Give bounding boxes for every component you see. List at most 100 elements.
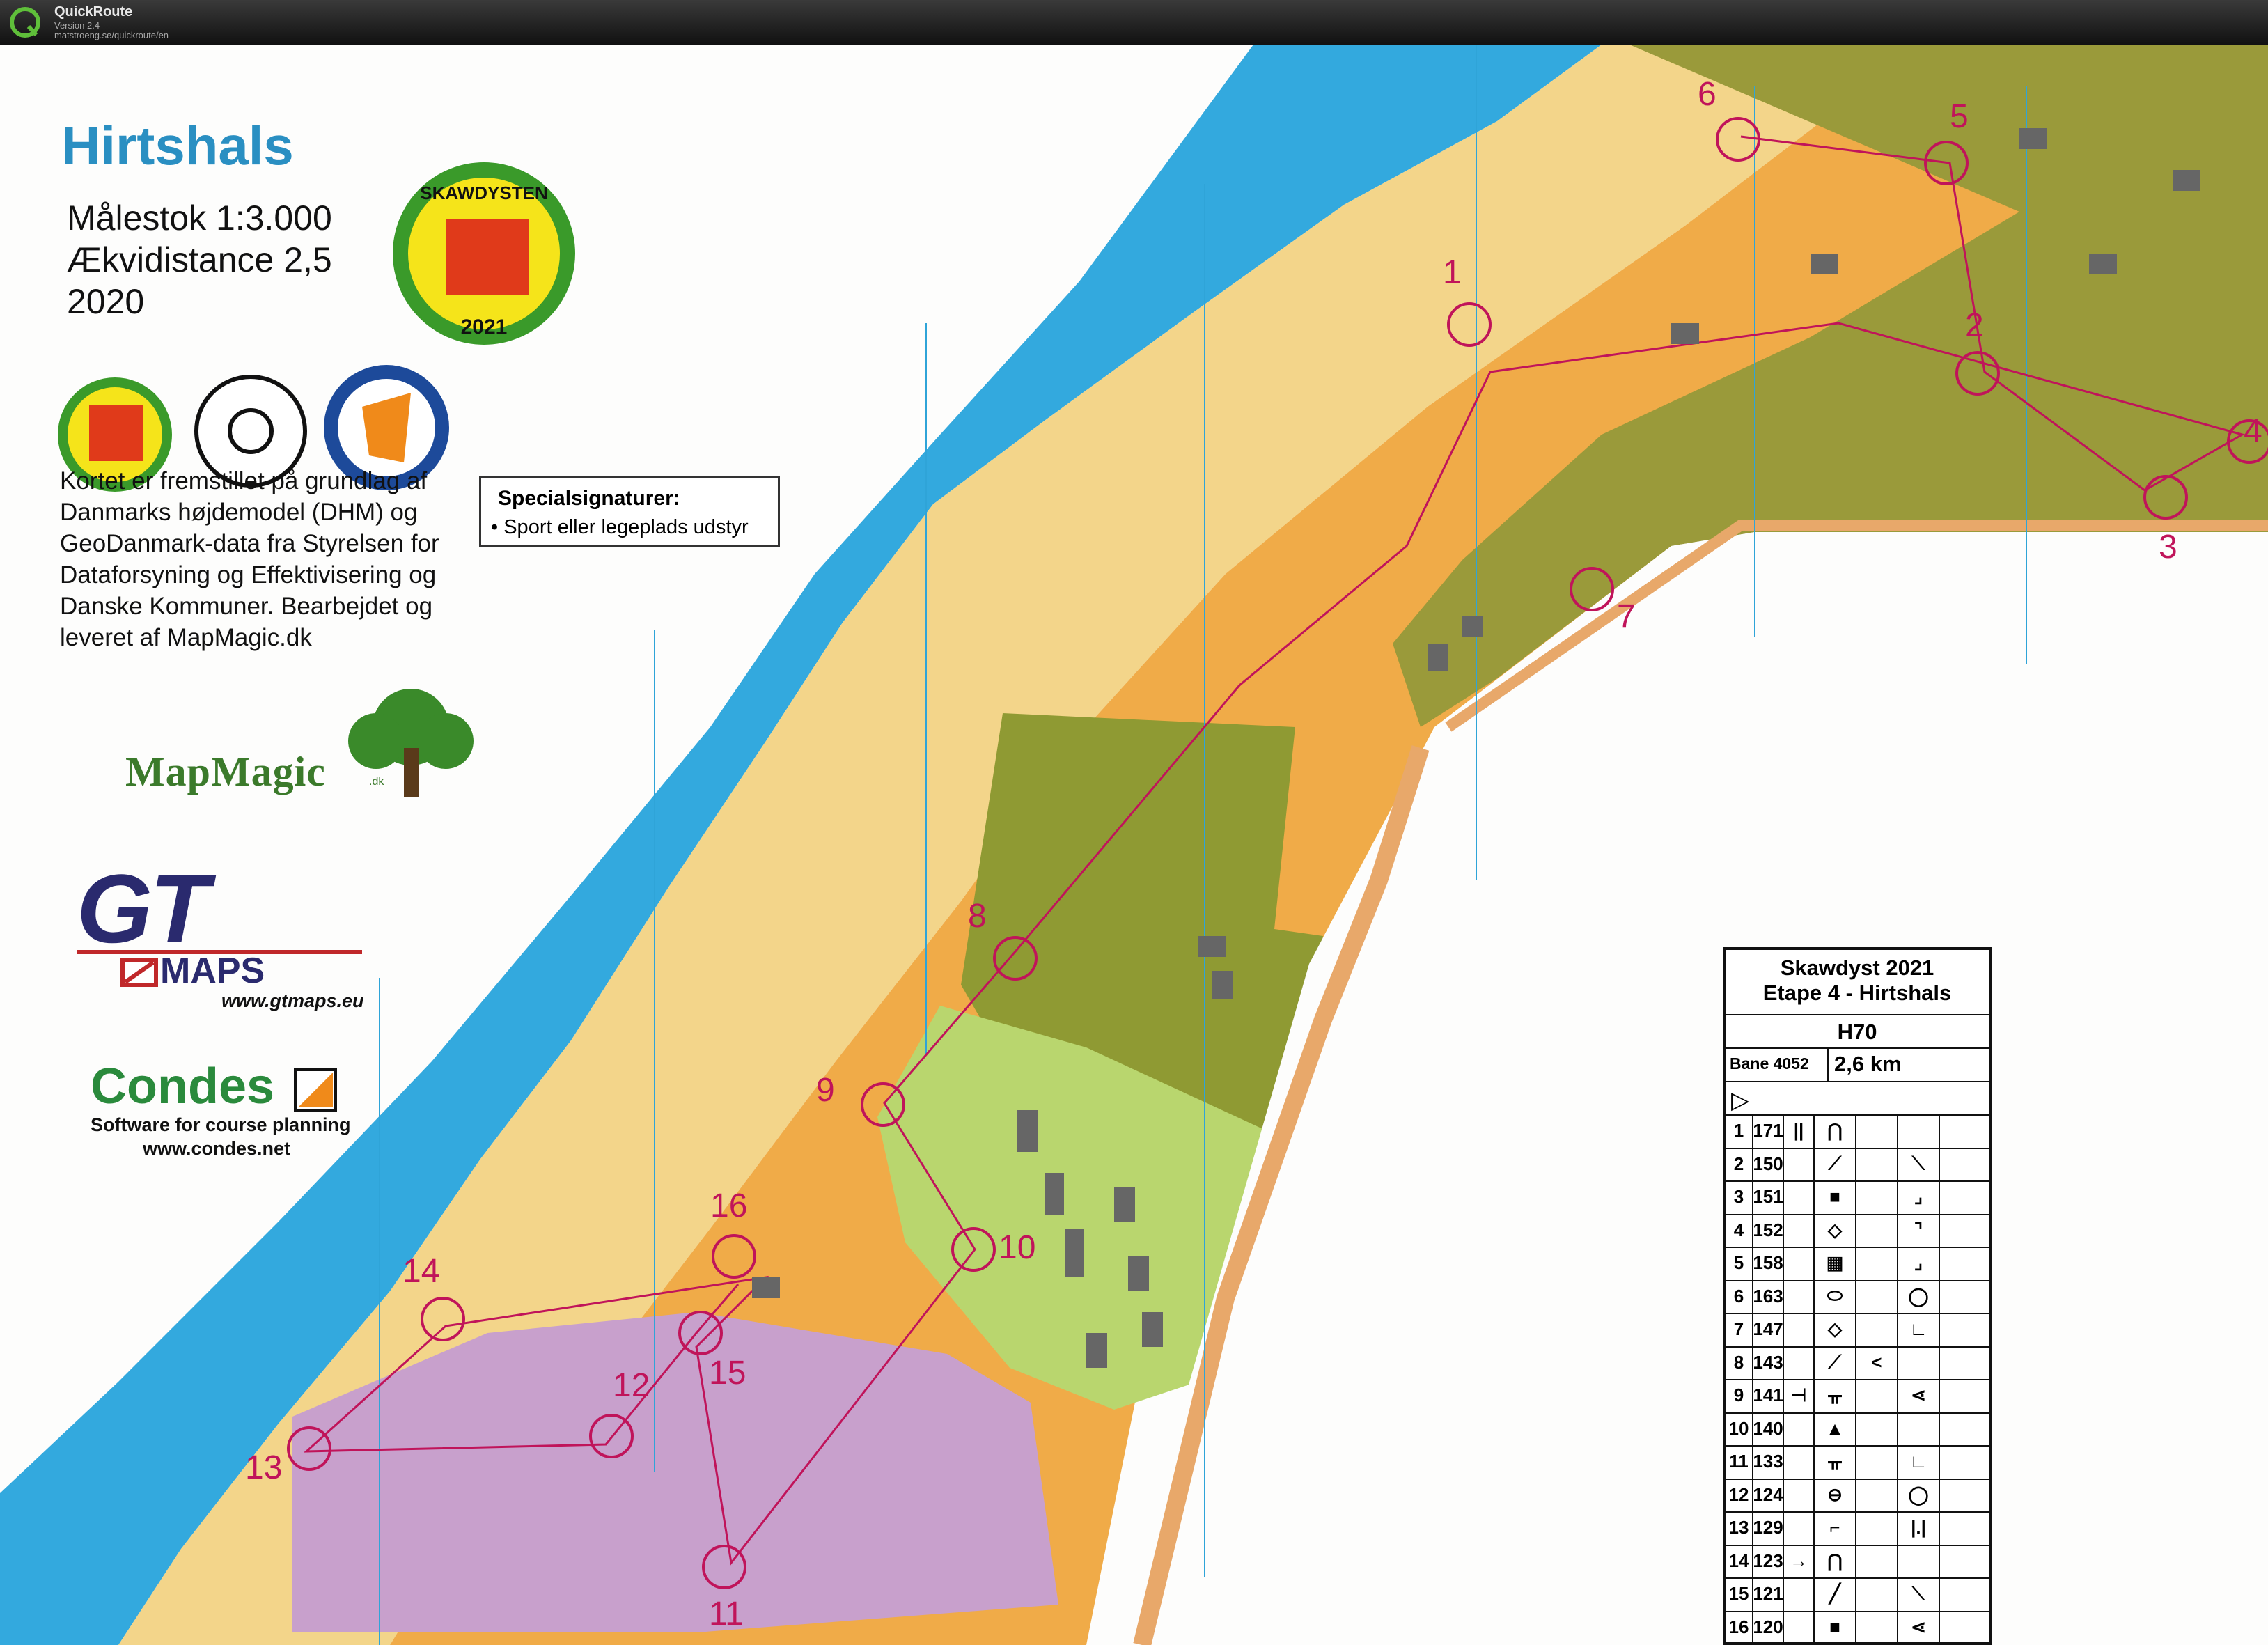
app-title: QuickRoute <box>54 4 133 20</box>
description-row: 5 158 ▦ ⌟ <box>1726 1247 1989 1281</box>
divider <box>1726 1047 1989 1049</box>
description-cell-c6 <box>1898 1114 1940 1148</box>
description-cell-c6 <box>1898 1544 1940 1577</box>
gt-maps-web: www.gtmaps.eu <box>221 990 364 1011</box>
svg-text:2021: 2021 <box>461 315 508 338</box>
description-cell-c6: ∟ <box>1898 1313 1940 1346</box>
description-cell-n: 2 <box>1726 1147 1753 1180</box>
description-cell-c5 <box>1856 1412 1898 1445</box>
description-cell-code: 120 <box>1753 1610 1784 1644</box>
description-row: 16 120 ■ ⋖ <box>1726 1610 1989 1645</box>
description-cell-c3 <box>1784 1412 1815 1445</box>
window-titlebar: QuickRoute Version 2.4 matstroeng.se/qui… <box>0 0 2268 45</box>
control-number: 14 <box>402 1253 440 1290</box>
description-cell-c3 <box>1784 1279 1815 1313</box>
description-cell-c3 <box>1784 1147 1815 1180</box>
condes-logo-icon <box>294 1068 337 1112</box>
description-cell-c4: ◇ <box>1815 1313 1856 1346</box>
description-cell-c4: ◇ <box>1815 1213 1856 1247</box>
description-cell-c3 <box>1784 1577 1815 1611</box>
description-cell-c3 <box>1784 1213 1815 1247</box>
description-cell-n: 13 <box>1726 1511 1753 1545</box>
description-cell-c6: ⟍ <box>1898 1147 1940 1180</box>
divider <box>1726 1081 1989 1082</box>
description-cell-n: 3 <box>1726 1180 1753 1214</box>
description-cell-c3 <box>1784 1445 1815 1479</box>
description-cell-code: 163 <box>1753 1279 1784 1313</box>
control-description-sheet: Skawdyst 2021 Etape 4 - Hirtshals H70 Ba… <box>1723 947 1992 1645</box>
divider <box>1827 1047 1829 1081</box>
description-cell-c3 <box>1784 1511 1815 1545</box>
description-row: 13 129 ⌐ |.| <box>1726 1511 1989 1546</box>
description-title: Skawdyst 2021 <box>1780 956 1934 980</box>
description-row: 6 163 ⬭ ◯ <box>1726 1279 1989 1314</box>
description-row: 15 121 ╱ ⟍ <box>1726 1577 1989 1612</box>
description-cell-c5 <box>1856 1279 1898 1313</box>
description-cell-c5 <box>1856 1511 1898 1545</box>
description-cell-n: 1 <box>1726 1114 1753 1148</box>
description-cell-code: 140 <box>1753 1412 1784 1445</box>
description-cell-c3 <box>1784 1610 1815 1644</box>
control-number: 4 <box>2244 413 2262 450</box>
control-number: 13 <box>245 1449 283 1486</box>
control-number: 9 <box>816 1072 835 1109</box>
description-cell-c6: ∟ <box>1898 1445 1940 1479</box>
description-row: 8 143 ⟋ < <box>1726 1346 1989 1380</box>
description-cell-c4: ■ <box>1815 1180 1856 1214</box>
description-cell-c5 <box>1856 1610 1898 1644</box>
description-cell-c5 <box>1856 1445 1898 1479</box>
control-number: 16 <box>710 1187 748 1224</box>
gt-logo-text: GT <box>77 854 209 963</box>
description-cell-c5 <box>1856 1114 1898 1148</box>
description-cell-c6: ⌟ <box>1898 1247 1940 1280</box>
description-cell-n: 12 <box>1726 1478 1753 1511</box>
description-row: 1 171 || ⋂ <box>1726 1114 1989 1149</box>
quickroute-q-icon <box>10 7 40 38</box>
svg-text:SKAWDYSTEN: SKAWDYSTEN <box>420 182 547 203</box>
description-cell-n: 11 <box>1726 1445 1753 1479</box>
description-cell-code: 158 <box>1753 1247 1784 1280</box>
description-cell-c4: ⬭ <box>1815 1279 1856 1313</box>
description-cell-c4: ⋂ <box>1815 1544 1856 1577</box>
mapmagic-logo-text: MapMagic <box>125 749 326 795</box>
control-number: 7 <box>1617 598 1636 635</box>
description-cell-c3 <box>1784 1180 1815 1214</box>
description-row: 3 151 ■ ⌟ <box>1726 1180 1989 1215</box>
control-number: 11 <box>709 1596 744 1632</box>
description-cell-code: 123 <box>1753 1544 1784 1577</box>
special-signs-box: Specialsignaturer: • Sport eller legepla… <box>479 476 780 547</box>
description-cell-n: 4 <box>1726 1213 1753 1247</box>
description-cell-n: 8 <box>1726 1346 1753 1379</box>
description-cell-c4: ⟋ <box>1815 1346 1856 1379</box>
control-number: 6 <box>1698 76 1716 113</box>
map-scale: Målestok 1:3.000 <box>67 198 332 237</box>
gt-maps-text: MAPS <box>160 951 265 991</box>
description-cell-c6 <box>1898 1412 1940 1445</box>
description-cell-c4: ▲ <box>1815 1412 1856 1445</box>
description-cell-c6: ⌟ <box>1898 1180 1940 1214</box>
control-number: 10 <box>999 1229 1036 1266</box>
description-cell-code: 129 <box>1753 1511 1784 1545</box>
description-length: 2,6 km <box>1834 1052 1902 1076</box>
special-signs-item: • Sport eller legeplads udstyr <box>491 516 749 538</box>
tree-icon <box>348 689 474 797</box>
description-cell-n: 5 <box>1726 1247 1753 1280</box>
description-class: H70 <box>1837 1020 1877 1044</box>
description-cell-c5: < <box>1856 1346 1898 1379</box>
description-row: 14 123 → ⋂ <box>1726 1544 1989 1579</box>
description-row: 4 152 ◇ ⌝ <box>1726 1213 1989 1248</box>
description-cell-code: 141 <box>1753 1379 1784 1412</box>
condes-web: www.condes.net <box>143 1138 291 1159</box>
description-cell-c5 <box>1856 1379 1898 1412</box>
description-cell-c4: ⊖ <box>1815 1478 1856 1511</box>
description-cell-c5 <box>1856 1544 1898 1577</box>
description-stage: Etape 4 - Hirtshals <box>1762 981 1952 1005</box>
description-cell-n: 7 <box>1726 1313 1753 1346</box>
description-cell-c6 <box>1898 1346 1940 1379</box>
description-cell-c5 <box>1856 1577 1898 1611</box>
description-cell-c5 <box>1856 1478 1898 1511</box>
app-version: Version 2.4 <box>54 20 100 31</box>
description-row: 9 141 ⊣ ᚂ ⋖ <box>1726 1379 1989 1414</box>
description-cell-c6: ⋖ <box>1898 1610 1940 1644</box>
description-cell-c6: ⟍ <box>1898 1577 1940 1611</box>
